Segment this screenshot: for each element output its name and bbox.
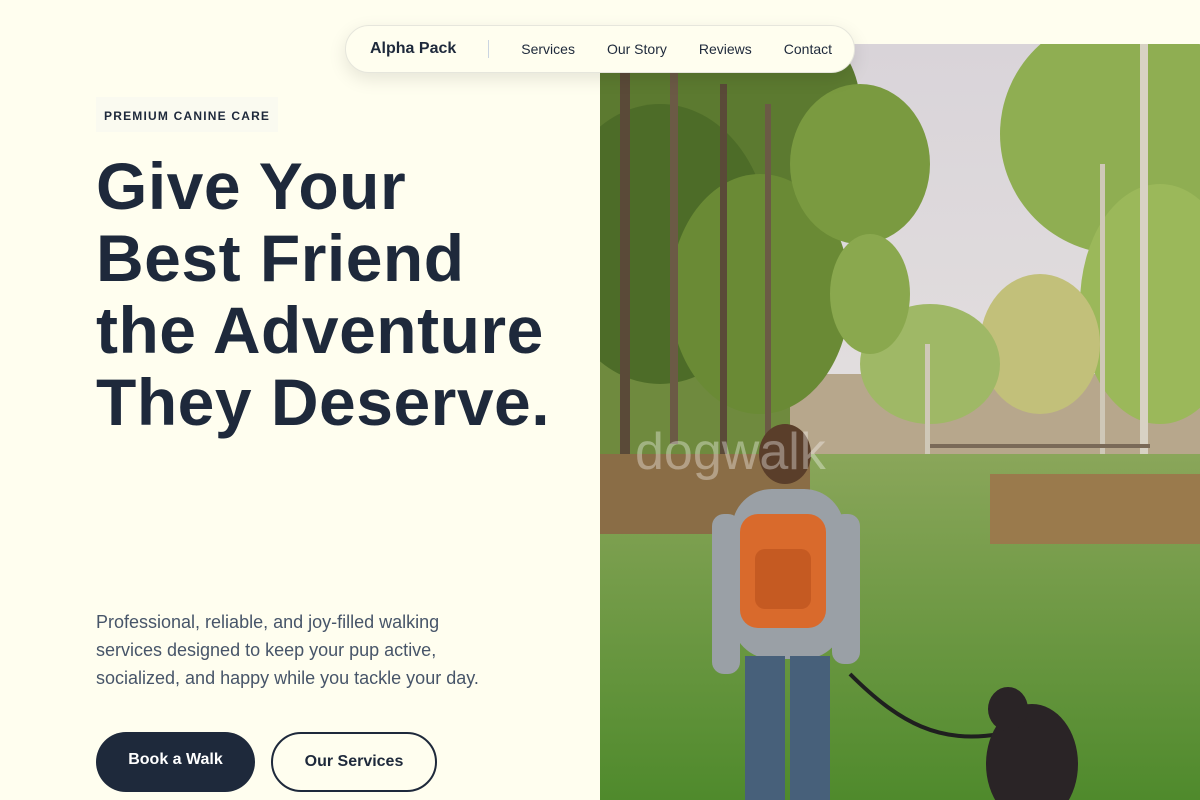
hero-headline: Give Your Best Friend the Adventure They… <box>96 149 551 439</box>
hero-subtext: Professional, reliable, and joy-filled w… <box>96 612 479 688</box>
book-walk-button[interactable]: Book a Walk <box>96 732 255 792</box>
our-services-button[interactable]: Our Services <box>271 732 437 792</box>
nav-link-services[interactable]: Services <box>521 41 575 57</box>
brand-logo[interactable]: Alpha Pack <box>370 40 456 58</box>
hero-image: dogwalk <box>600 44 1200 800</box>
nav-link-reviews[interactable]: Reviews <box>699 41 752 57</box>
photo-watermark: dogwalk <box>635 423 827 481</box>
eyebrow-badge: PREMIUM CANINE CARE <box>96 97 279 132</box>
hero-photo-dog-walker: dogwalk <box>600 44 1200 800</box>
nav-link-contact[interactable]: Contact <box>784 41 832 57</box>
nav-link-our-story[interactable]: Our Story <box>607 41 667 57</box>
top-nav: Alpha Pack Services Our Story Reviews Co… <box>345 25 855 73</box>
nav-links: Services Our Story Reviews Contact <box>521 41 832 57</box>
nav-divider <box>488 40 490 58</box>
